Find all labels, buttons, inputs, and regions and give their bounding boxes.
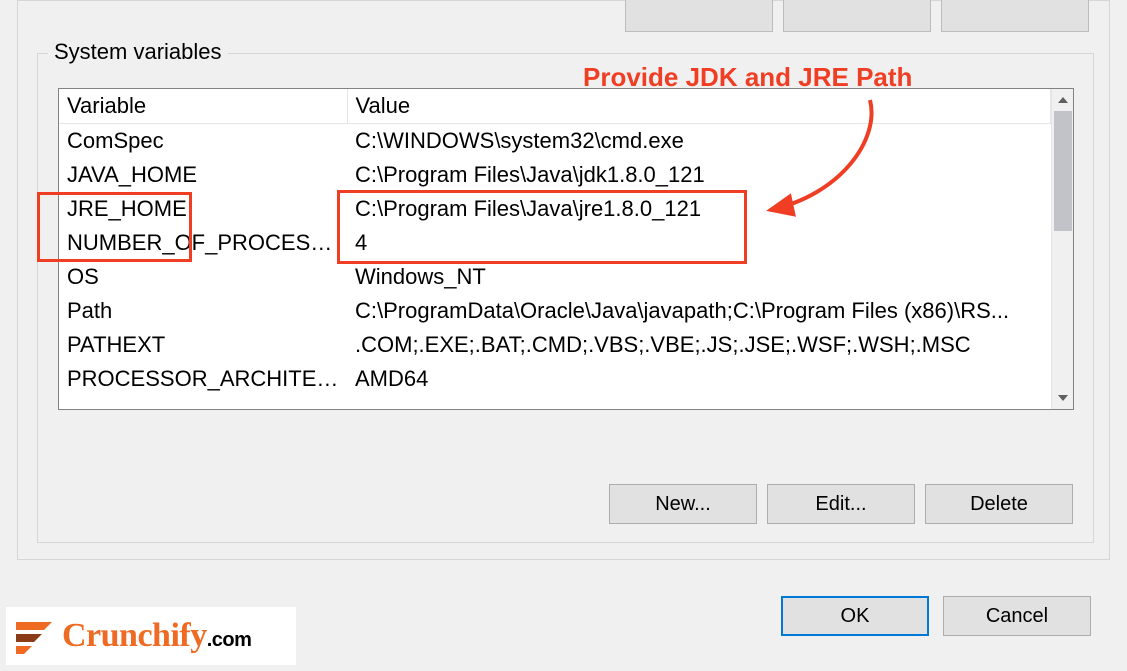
scrollbar-thumb[interactable]: [1054, 111, 1072, 231]
ghost-button-3[interactable]: [941, 0, 1089, 32]
cell-variable: JAVA_HOME: [59, 158, 347, 192]
cell-value: .COM;.EXE;.BAT;.CMD;.VBS;.VBE;.JS;.JSE;.…: [347, 328, 1051, 362]
column-header-value[interactable]: Value: [347, 89, 1051, 124]
table-row[interactable]: OS Windows_NT: [59, 260, 1051, 294]
system-variables-list[interactable]: Variable Value ComSpec C:\WINDOWS\system…: [58, 88, 1074, 410]
cell-variable: JRE_HOME: [59, 192, 347, 226]
vertical-scrollbar[interactable]: [1051, 89, 1073, 409]
cell-value: 4: [347, 226, 1051, 260]
cell-value: C:\Program Files\Java\jdk1.8.0_121: [347, 158, 1051, 192]
annotation-text: Provide JDK and JRE Path: [583, 62, 912, 93]
cell-variable: NUMBER_OF_PROCESSORS: [59, 226, 347, 260]
delete-button[interactable]: Delete: [925, 484, 1073, 524]
system-variables-group: System variables Variable Value: [37, 53, 1094, 543]
ok-button[interactable]: OK: [781, 596, 929, 636]
edit-button[interactable]: Edit...: [767, 484, 915, 524]
crunchify-logo: Crunchify.com: [6, 607, 296, 665]
cell-variable: PROCESSOR_ARCHITECTURE: [59, 362, 347, 396]
table-row[interactable]: Path C:\ProgramData\Oracle\Java\javapath…: [59, 294, 1051, 328]
dialog-button-row: OK Cancel: [781, 596, 1091, 636]
table-row[interactable]: JAVA_HOME C:\Program Files\Java\jdk1.8.0…: [59, 158, 1051, 192]
group-title: System variables: [48, 39, 228, 65]
table-row[interactable]: ComSpec C:\WINDOWS\system32\cmd.exe: [59, 124, 1051, 159]
cell-variable: PATHEXT: [59, 328, 347, 362]
cell-value: C:\Program Files\Java\jre1.8.0_121: [347, 192, 1051, 226]
new-button[interactable]: New...: [609, 484, 757, 524]
logo-suffix: .com: [207, 629, 252, 651]
table-row[interactable]: PROCESSOR_ARCHITECTURE AMD64: [59, 362, 1051, 396]
panel: System variables Variable Value: [17, 0, 1110, 560]
ghost-button-2[interactable]: [783, 0, 931, 32]
cell-value: C:\ProgramData\Oracle\Java\javapath;C:\P…: [347, 294, 1051, 328]
cancel-button[interactable]: Cancel: [943, 596, 1091, 636]
cell-value: C:\WINDOWS\system32\cmd.exe: [347, 124, 1051, 159]
ghost-button-1[interactable]: [625, 0, 773, 32]
scroll-up-icon[interactable]: [1052, 89, 1073, 111]
cell-variable: ComSpec: [59, 124, 347, 159]
table-row[interactable]: PATHEXT .COM;.EXE;.BAT;.CMD;.VBS;.VBE;.J…: [59, 328, 1051, 362]
cell-value: Windows_NT: [347, 260, 1051, 294]
cell-value: AMD64: [347, 362, 1051, 396]
table-row[interactable]: JRE_HOME C:\Program Files\Java\jre1.8.0_…: [59, 192, 1051, 226]
crunchify-logo-icon: [12, 616, 56, 656]
table-row[interactable]: NUMBER_OF_PROCESSORS 4: [59, 226, 1051, 260]
upper-button-row: [625, 0, 1089, 32]
cell-variable: Path: [59, 294, 347, 328]
scroll-down-icon[interactable]: [1052, 387, 1073, 409]
system-variables-button-row: New... Edit... Delete: [38, 484, 1073, 524]
logo-brand: Crunchify: [62, 617, 207, 654]
column-header-variable[interactable]: Variable: [59, 89, 347, 124]
crunchify-logo-text: Crunchify.com: [62, 617, 251, 655]
cell-variable: OS: [59, 260, 347, 294]
